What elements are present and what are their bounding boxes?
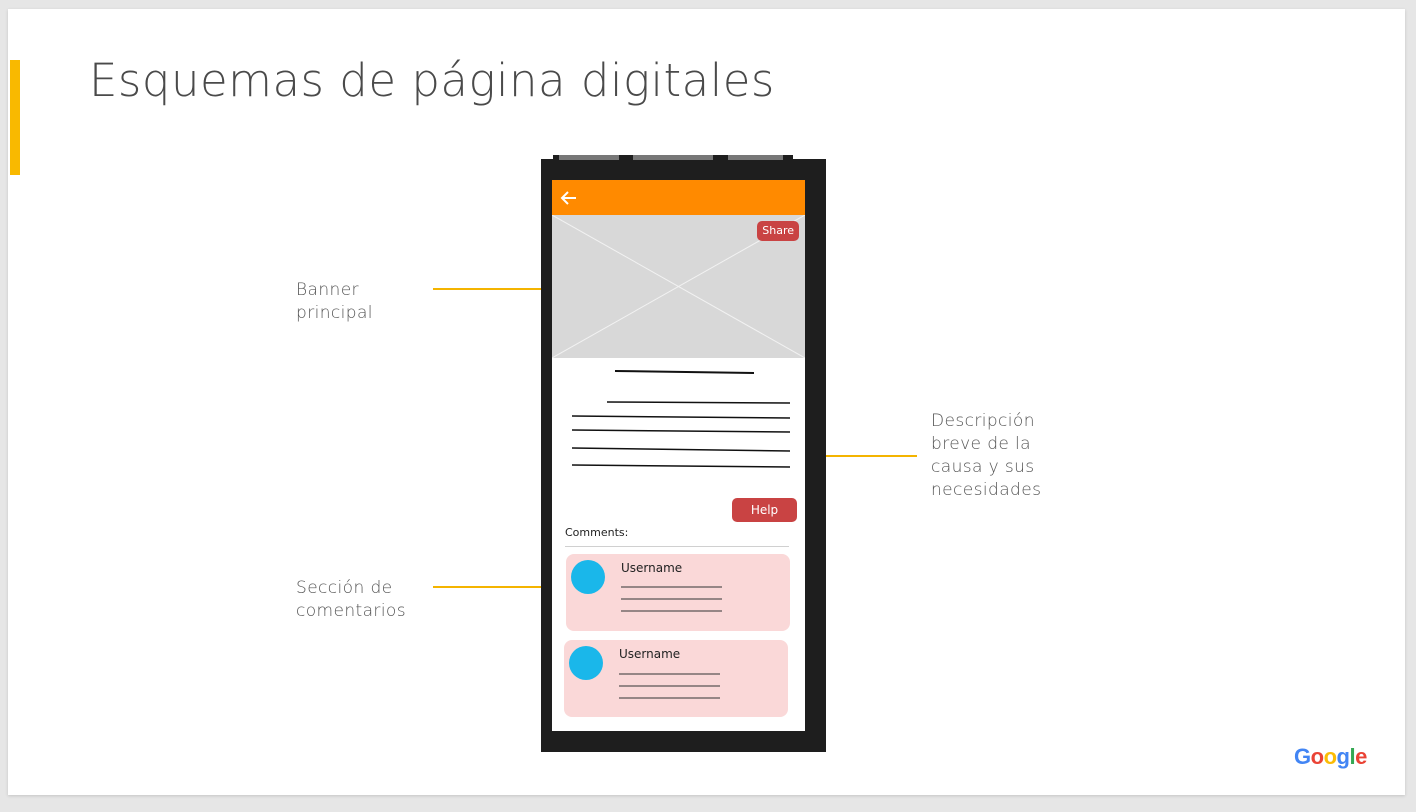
annotation-comments: Sección de comentarios (296, 577, 406, 623)
app-bar (552, 180, 805, 215)
annotation-banner-line: principal (296, 303, 373, 323)
annotation-comments-line: Sección de (296, 578, 393, 598)
comment-card: Username (564, 640, 788, 717)
google-logo-letter: e (1355, 744, 1367, 769)
comment-username: Username (621, 561, 683, 575)
comment-text-placeholder (619, 673, 720, 699)
help-button[interactable]: Help (732, 498, 797, 522)
annotation-description-line: causa y sus (931, 457, 1035, 477)
google-logo-letter: o (1323, 744, 1337, 769)
annotation-banner: Banner principal (296, 279, 373, 325)
banner-image-placeholder: Share (552, 214, 805, 359)
annotation-description-line: breve de la (931, 434, 1031, 454)
back-arrow-icon[interactable] (560, 189, 578, 207)
annotation-comments-line: comentarios (296, 601, 406, 621)
annotation-description: Descripción breve de la causa y sus nece… (931, 410, 1041, 502)
comments-heading: Comments: (565, 526, 629, 539)
google-logo-letter: o (1310, 744, 1324, 769)
phone-screen: Share Help Comments: Username Username (552, 180, 805, 731)
google-logo: Google (1294, 744, 1367, 770)
status-bar-icon (553, 155, 793, 160)
share-button[interactable]: Share (757, 221, 799, 241)
comment-card: Username (566, 554, 790, 631)
google-logo-letter: G (1294, 744, 1311, 769)
annotation-banner-line: Banner (296, 280, 359, 300)
accent-bar (10, 60, 20, 175)
status-bar (553, 154, 793, 160)
comment-username: Username (619, 647, 681, 661)
phone-mockup: Share Help Comments: Username Username (541, 155, 826, 752)
google-logo-letter: g (1336, 744, 1350, 769)
annotation-description-line: necesidades (931, 480, 1042, 500)
avatar (571, 560, 605, 594)
description-text-placeholder (571, 370, 791, 468)
slide-title: Esquemas de página digitales (89, 54, 775, 107)
comments-divider (565, 546, 789, 547)
annotation-description-line: Descripción (931, 411, 1035, 431)
avatar (569, 646, 603, 680)
comment-text-placeholder (621, 586, 722, 612)
